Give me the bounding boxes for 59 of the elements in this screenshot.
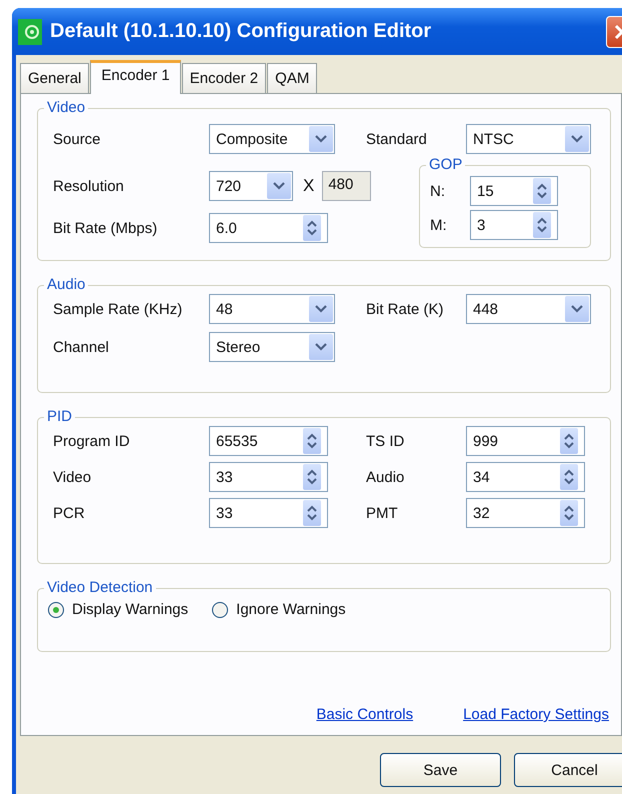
tab[interactable]: Encoder 1 [90,60,181,94]
up-down-arrows-icon [564,432,574,450]
readonly-field: 480 [322,171,372,201]
up-down-arrows-icon [307,468,317,486]
spin-field[interactable]: 999 [466,426,585,456]
chevron-down-icon [571,135,583,143]
up-down-arrows-icon [537,216,547,234]
spin-field[interactable]: 3 [470,210,558,240]
up-down-arrows-icon [307,219,317,237]
spin-field[interactable]: 32 [466,498,585,528]
field-label: PCR [53,504,86,522]
field-label: Program ID [53,432,131,450]
chevron-down-icon [571,305,583,313]
dropdown[interactable]: 48 [209,294,335,324]
dropdown[interactable]: NTSC [466,124,591,154]
field-label: Video [53,468,92,486]
dialog-button[interactable]: Cancel [514,753,622,787]
dropdown[interactable]: Stereo [209,332,335,362]
up-down-arrows-icon [307,504,317,522]
chevron-down-icon [315,135,327,143]
field-label: TS ID [366,432,406,450]
up-down-arrows-icon [307,432,317,450]
spin-field[interactable]: 34 [466,462,585,492]
dropdown[interactable]: Composite [209,124,335,154]
chevron-down-icon [315,343,327,351]
field-label: Channel [53,338,110,356]
spin-field[interactable]: 6.0 [209,213,328,243]
spin-field[interactable]: 15 [470,176,558,206]
radio-option[interactable]: Display Warnings [48,601,188,618]
field-label: Bit Rate (K) [366,300,445,318]
tab[interactable]: QAM [267,63,318,93]
radio-option[interactable]: Ignore Warnings [212,601,346,618]
field-label: Resolution [53,178,125,194]
up-down-arrows-icon [537,182,547,200]
link[interactable]: Load Factory Settings [463,706,609,723]
tab[interactable]: Encoder 2 [182,63,266,93]
chevron-down-icon [315,305,327,313]
window-title: Default (10.1.10.10) Configuration Editor [50,20,432,43]
app-icon [18,18,42,44]
spin-field[interactable]: 33 [209,498,328,528]
field-label: Audio [366,468,406,486]
field-label: PMT [366,504,399,522]
dropdown[interactable]: 448 [466,294,591,324]
dropdown[interactable]: 720 [209,171,293,201]
field-label: Sample Rate (KHz) [53,300,184,318]
field-label: N: [430,182,446,200]
field-label: Standard [366,130,428,148]
link[interactable]: Basic Controls [316,706,414,723]
dialog-button[interactable]: Save [380,753,501,787]
field-label: Bit Rate (Mbps) [53,220,158,236]
chevron-down-icon [273,182,285,190]
separator-label: X [303,176,314,196]
spin-field[interactable]: 65535 [209,426,328,456]
field-label: M: [430,216,448,234]
field-label: Source [53,130,102,148]
up-down-arrows-icon [564,468,574,486]
tab[interactable]: General [20,63,90,93]
up-down-arrows-icon [564,504,574,522]
spin-field[interactable]: 33 [209,462,328,492]
